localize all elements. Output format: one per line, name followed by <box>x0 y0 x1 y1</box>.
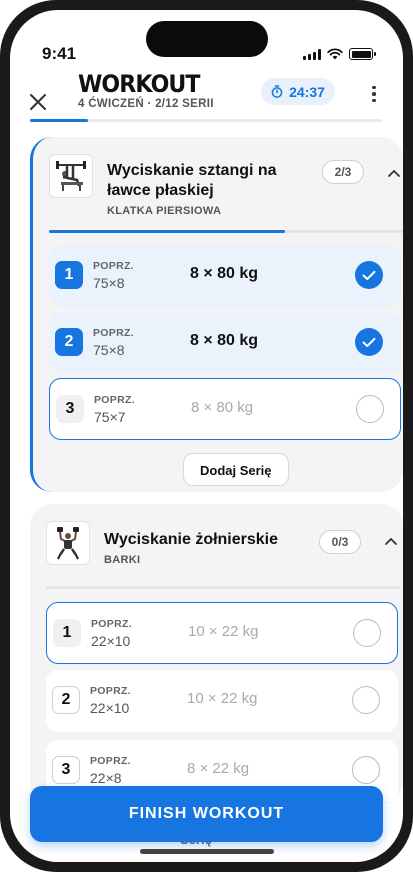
status-time: 9:41 <box>42 44 77 63</box>
home-indicator <box>140 849 274 854</box>
sets-counter-badge: 2/3 <box>322 160 364 184</box>
workout-progress-bar <box>30 119 382 122</box>
exercise-progress-bar <box>49 230 403 233</box>
set-number: 3 <box>56 395 84 423</box>
previous-label: POPRZ. <box>90 685 131 697</box>
set-target[interactable]: 10 × 22 kg <box>188 623 258 640</box>
exercise-muscle: BARKI <box>104 554 141 566</box>
set-row[interactable]: 2 POPRZ. 22×10 10 × 22 kg <box>46 670 398 732</box>
header: WORKOUT 4 ĆWICZEŃ · 2/12 SERII 24:37 <box>10 70 403 126</box>
previous-label: POPRZ. <box>91 618 132 630</box>
checkmark-icon <box>362 270 376 280</box>
workout-progress-fill <box>30 119 89 122</box>
exercise-card: Wyciskanie sztangi na ławce płaskiej KLA… <box>30 137 403 492</box>
set-complete-checkbox[interactable] <box>356 395 384 423</box>
set-complete-checkbox[interactable] <box>352 686 380 714</box>
exercise-name: Wyciskanie żołnierskie <box>104 531 279 548</box>
more-options-icon[interactable] <box>366 82 382 106</box>
wifi-icon <box>327 48 343 60</box>
set-target[interactable]: 10 × 22 kg <box>187 690 257 707</box>
exercise-name: Wyciskanie sztangi na ławce płaskiej <box>107 162 277 199</box>
timer-badge[interactable]: 24:37 <box>261 78 335 105</box>
phone-frame: 9:41 WORKOUT 4 ĆWICZEŃ · 2/12 SERII 24:3… <box>0 0 413 872</box>
set-complete-checkbox[interactable] <box>355 261 383 289</box>
workout-summary: 4 ĆWICZEŃ · 2/12 SERII <box>78 98 214 110</box>
exercise-card: Wyciskanie żołnierskie BARKI 0/3 1 POPRZ… <box>30 504 403 804</box>
set-complete-checkbox[interactable] <box>353 619 381 647</box>
shoulder-press-figure-icon <box>57 527 79 560</box>
previous-label: POPRZ. <box>93 260 134 272</box>
set-number: 3 <box>52 756 80 784</box>
set-complete-checkbox[interactable] <box>352 756 380 784</box>
set-row[interactable]: 2 POPRZ. 75×8 8 × 80 kg <box>49 312 401 374</box>
set-number: 1 <box>53 619 81 647</box>
set-target[interactable]: 8 × 80 kg <box>191 399 253 416</box>
set-number: 2 <box>55 328 83 356</box>
set-target[interactable]: 8 × 22 kg <box>187 760 249 777</box>
finish-workout-button[interactable]: FINISH WORKOUT <box>30 786 383 842</box>
exercise-progress-bar <box>46 586 400 589</box>
chevron-up-icon[interactable] <box>387 168 401 178</box>
previous-label: POPRZ. <box>93 327 134 339</box>
set-complete-checkbox[interactable] <box>355 328 383 356</box>
close-icon[interactable] <box>26 90 50 114</box>
previous-value: 75×7 <box>94 409 126 425</box>
set-target[interactable]: 8 × 80 kg <box>190 265 258 283</box>
previous-value: 22×8 <box>90 770 122 786</box>
add-set-button[interactable]: Dodaj Serię <box>183 453 289 486</box>
exercise-muscle: KLATKA PIERSIOWA <box>107 205 222 217</box>
stopwatch-icon <box>271 85 283 98</box>
set-number: 1 <box>55 261 83 289</box>
page-title: WORKOUT <box>78 70 200 98</box>
checkmark-icon <box>362 337 376 347</box>
set-row[interactable]: 3 POPRZ. 75×7 8 × 80 kg <box>49 378 401 440</box>
previous-label: POPRZ. <box>94 394 135 406</box>
signal-icon <box>303 48 321 60</box>
exercise-progress-fill <box>49 230 286 233</box>
set-target[interactable]: 8 × 80 kg <box>190 332 258 350</box>
previous-label: POPRZ. <box>90 755 131 767</box>
previous-value: 22×10 <box>90 700 130 716</box>
bench-press-figure-icon <box>56 161 86 191</box>
sets-counter-badge: 0/3 <box>319 530 361 554</box>
set-row[interactable]: 1 POPRZ. 22×10 10 × 22 kg <box>46 602 398 664</box>
previous-value: 22×10 <box>91 633 131 649</box>
screen: 9:41 WORKOUT 4 ĆWICZEŃ · 2/12 SERII 24:3… <box>10 10 403 862</box>
exercise-thumbnail <box>49 154 93 198</box>
previous-value: 75×8 <box>93 342 125 358</box>
previous-value: 75×8 <box>93 275 125 291</box>
set-row[interactable]: 1 POPRZ. 75×8 8 × 80 kg <box>49 245 401 307</box>
dynamic-island <box>146 21 268 57</box>
chevron-up-icon[interactable] <box>384 536 398 546</box>
exercise-thumbnail <box>46 521 90 565</box>
status-icons <box>303 48 376 60</box>
set-number: 2 <box>52 686 80 714</box>
battery-icon <box>349 48 376 60</box>
timer-value: 24:37 <box>289 83 325 100</box>
